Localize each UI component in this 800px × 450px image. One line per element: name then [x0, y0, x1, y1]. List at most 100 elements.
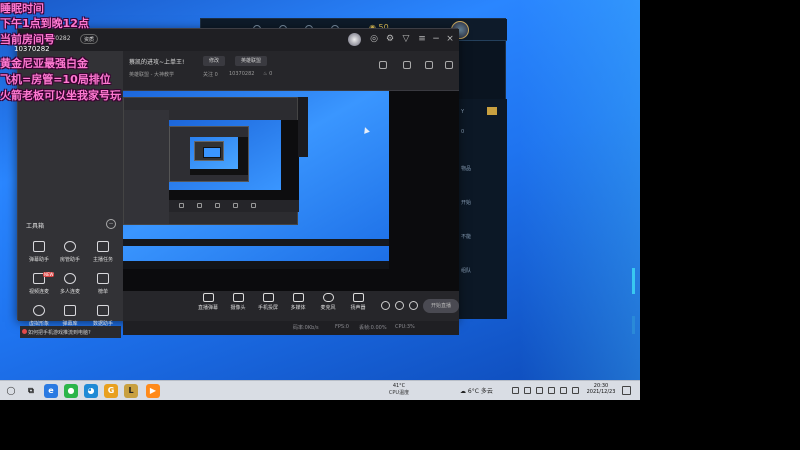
- ctl-label: 直播弹幕: [197, 305, 218, 311]
- share-icon[interactable]: [445, 61, 453, 69]
- record-icon[interactable]: [381, 301, 390, 310]
- tool-video-link[interactable]: NEW 视频连麦: [24, 272, 55, 303]
- notification-icon[interactable]: [622, 386, 631, 395]
- stream-overlay-text: 睡眠时间 下午1点到晚12点 当前房间号 10370282 黄金尼亚最强白金 飞…: [0, 0, 220, 110]
- rank-icon: [97, 273, 109, 284]
- mic-control[interactable]: 麦克风: [313, 293, 343, 319]
- side-label: Y: [461, 109, 465, 115]
- cpu-temp-widget[interactable]: 41°C CPU温度: [388, 383, 410, 396]
- nested-desktop-3: [203, 147, 221, 158]
- calendar-icon: [64, 305, 76, 316]
- gear-icon[interactable]: [409, 301, 418, 310]
- live-app-icon[interactable]: ▶: [146, 384, 160, 398]
- ctl-label: 多媒体: [290, 305, 306, 311]
- cursor-icon: [362, 126, 370, 134]
- side-label: 0: [461, 129, 465, 135]
- tip-text: 如何把手机游戏推流到电脑?: [28, 330, 91, 336]
- chevron-up-icon[interactable]: [512, 387, 519, 394]
- nested-app-2: [169, 126, 249, 182]
- nested-side: [298, 97, 308, 157]
- nested-tool-icon: [197, 203, 202, 208]
- gold-badge: [487, 107, 497, 115]
- overlay-line: 下午1点到晚12点: [0, 17, 89, 30]
- nested-tool-icon: [233, 203, 238, 208]
- tool-danmu[interactable]: 弹幕助手: [24, 241, 54, 271]
- tray-app-icon[interactable]: [548, 387, 555, 394]
- task-icon: [97, 241, 109, 252]
- game-launcher-icon[interactable]: G: [104, 384, 118, 398]
- speaker-control[interactable]: 扬声器: [343, 293, 373, 319]
- edge-icon[interactable]: e: [44, 384, 58, 398]
- nested-sidebar: [124, 110, 169, 224]
- nested-tool-icon: [215, 203, 220, 208]
- tool-multi-link[interactable]: 多人连麦: [55, 273, 85, 303]
- letterbox-right: [640, 0, 800, 450]
- lol-icon[interactable]: L: [124, 384, 138, 398]
- camera-control[interactable]: 摄像头: [223, 293, 253, 319]
- network-icon[interactable]: [560, 387, 567, 394]
- camera-icon: [232, 293, 244, 302]
- phone-cast-control[interactable]: 手机投屏: [253, 293, 283, 319]
- media-control[interactable]: 多媒体: [283, 293, 313, 319]
- play-icon: [292, 293, 304, 302]
- cpu-stat: CPU:3%: [395, 324, 415, 330]
- tool-label: 弹幕助手: [28, 257, 49, 263]
- volume-icon[interactable]: [572, 387, 579, 394]
- game-side-panel: Y 0 物品 开始 不能 组队: [457, 99, 507, 319]
- menu-icon[interactable]: ≡: [416, 33, 428, 45]
- fps-stat: FPS:0: [335, 324, 349, 330]
- ctl-label: 麦克风: [320, 305, 336, 311]
- ctl-label: 扬声器: [350, 305, 366, 311]
- weather-widget[interactable]: ☁ 6°C 多云: [460, 386, 493, 395]
- bell-icon[interactable]: [425, 61, 433, 69]
- nested-preview-2: [190, 137, 248, 175]
- nested-toolbar: [169, 200, 299, 212]
- category-chip[interactable]: 英雄联盟: [235, 56, 268, 66]
- tip-dot-icon: [22, 329, 27, 334]
- user-icon: [64, 241, 76, 252]
- screenshot-icon[interactable]: [403, 61, 411, 69]
- side-label: 物品: [461, 166, 472, 172]
- cpu-label: CPU温度: [388, 390, 410, 396]
- overlay-line: 黄金尼亚最强白金: [0, 57, 88, 70]
- minimize-icon[interactable]: −: [430, 33, 442, 45]
- tool-roommanager[interactable]: 房管助手: [55, 241, 85, 271]
- settings-icon[interactable]: ⚙: [384, 33, 396, 45]
- overlay-line: 睡眠时间: [0, 2, 44, 15]
- start-icon[interactable]: ◯: [4, 384, 18, 398]
- close-icon[interactable]: ×: [444, 33, 456, 45]
- speaker-icon: [352, 293, 364, 302]
- accent-edge-2: [632, 316, 635, 334]
- stream-preview[interactable]: [123, 91, 459, 291]
- tool-label: 主播任务: [92, 257, 113, 263]
- tip-bar[interactable]: 如何把手机游戏推流到电脑?: [20, 326, 121, 338]
- meta-heat: ♨ 0: [263, 71, 273, 77]
- tool-label: 多人连麦: [59, 289, 80, 295]
- qq-icon[interactable]: ◕: [84, 384, 98, 398]
- nested-desktop: [169, 120, 281, 190]
- danmu-icon: [202, 293, 214, 302]
- microphone-icon: [322, 293, 334, 302]
- task-view-icon[interactable]: ⧉: [24, 384, 38, 398]
- wechat-icon[interactable]: ●: [64, 384, 78, 398]
- danmu-control[interactable]: 直播弹幕: [193, 293, 223, 319]
- eye-icon[interactable]: [395, 301, 404, 310]
- letterbox-bottom: [0, 400, 640, 450]
- chat-icon: [33, 241, 45, 252]
- shield-icon[interactable]: ▽: [400, 33, 412, 45]
- user-avatar[interactable]: [348, 33, 361, 46]
- bluetooth-icon[interactable]: [524, 387, 531, 394]
- ctl-label: 摄像头: [230, 305, 246, 311]
- start-live-button[interactable]: 开始直播: [423, 299, 459, 313]
- tool-rank[interactable]: 榜单: [88, 273, 118, 303]
- display-icon[interactable]: [536, 387, 543, 394]
- gift-icon[interactable]: [379, 61, 387, 69]
- skin-icon[interactable]: ◎: [368, 33, 380, 45]
- meta-heat-value: 0: [269, 71, 273, 77]
- collapse-icon[interactable]: −: [106, 219, 116, 229]
- clock[interactable]: 20:30 2021/12/23: [586, 383, 616, 395]
- tool-tasks[interactable]: 主播任务: [88, 241, 118, 271]
- nested-preview: [169, 120, 299, 200]
- preview-desktop: [123, 91, 389, 261]
- ctl-label: 手机投屏: [257, 305, 278, 311]
